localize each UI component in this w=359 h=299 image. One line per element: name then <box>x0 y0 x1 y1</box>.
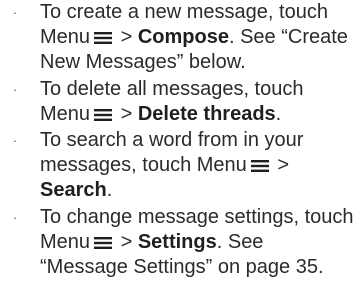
separator: > <box>115 102 138 125</box>
menu-icon <box>94 32 113 44</box>
command-compose: Compose <box>137 26 229 48</box>
command-delete-threads: Delete threads <box>137 102 276 125</box>
list-item-search: · To search a word from in your messages… <box>0 128 359 203</box>
command-search: Search <box>40 179 107 201</box>
separator: > <box>271 154 290 176</box>
list-item-compose: · To create a new message, touch Menu > … <box>0 0 359 75</box>
separator: > <box>115 230 138 253</box>
menu-icon <box>250 160 269 172</box>
bullet: · <box>12 80 18 97</box>
bullet: · <box>12 208 18 225</box>
separator: > <box>115 26 138 48</box>
menu-icon <box>94 108 113 121</box>
instruction-list: · To create a new message, touch Menu > … <box>0 0 359 281</box>
list-item-settings: · To change message settings, touch Menu… <box>0 205 359 280</box>
bullet: · <box>12 4 18 20</box>
menu-icon <box>94 236 113 249</box>
item-text-tail: . <box>275 102 282 125</box>
item-text-tail: . <box>106 179 113 201</box>
list-item-delete: · To delete all messages, touch Menu > D… <box>0 77 359 127</box>
bullet: · <box>12 132 18 148</box>
command-settings: Settings <box>137 230 217 253</box>
